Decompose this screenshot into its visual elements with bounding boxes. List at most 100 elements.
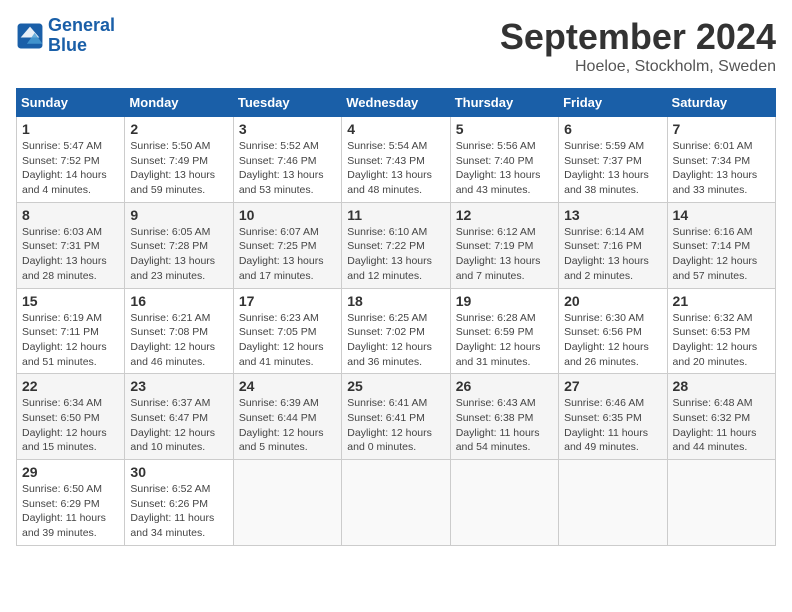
day-number: 21 <box>673 293 770 309</box>
location-title: Hoeloe, Stockholm, Sweden <box>500 58 776 76</box>
calendar-cell: 19 Sunrise: 6:28 AMSunset: 6:59 PMDayligh… <box>450 288 558 374</box>
calendar-cell: 7Sunrise: 6:01 AMSunset: 7:34 PMDaylight… <box>667 117 775 203</box>
day-number: 14 <box>673 207 770 223</box>
calendar-cell: 23Sunrise: 6:37 AMSunset: 6:47 PMDayligh… <box>125 374 233 460</box>
calendar-cell: 26 Sunrise: 6:43 AMSunset: 6:38 PMDayligh… <box>450 374 558 460</box>
day-info: Sunrise: 5:59 AMSunset: 7:37 PMDaylight:… <box>564 139 661 198</box>
day-info: Sunrise: 5:47 AMSunset: 7:52 PMDaylight:… <box>22 139 119 198</box>
day-number: 10 <box>239 207 336 223</box>
day-number: 12 <box>456 207 553 223</box>
logo-line2: Blue <box>48 35 87 55</box>
calendar-cell: 14Sunrise: 6:16 AMSunset: 7:14 PMDayligh… <box>667 202 775 288</box>
calendar-cell: 16 Sunrise: 6:21 AMSunset: 7:08 PMDayligh… <box>125 288 233 374</box>
calendar-cell: 8 Sunrise: 6:03 AMSunset: 7:31 PMDaylight… <box>17 202 125 288</box>
calendar-cell: 5 Sunrise: 5:56 AMSunset: 7:40 PMDaylight… <box>450 117 558 203</box>
calendar-cell: 30Sunrise: 6:52 AMSunset: 6:26 PMDayligh… <box>125 460 233 546</box>
day-info: Sunrise: 6:41 AMSunset: 6:41 PMDaylight:… <box>347 396 444 455</box>
calendar-cell: 6 Sunrise: 5:59 AMSunset: 7:37 PMDaylight… <box>559 117 667 203</box>
day-info: Sunrise: 6:34 AMSunset: 6:50 PMDaylight:… <box>22 396 119 455</box>
calendar-week-row: 8 Sunrise: 6:03 AMSunset: 7:31 PMDaylight… <box>17 202 776 288</box>
logo-line1: General <box>48 15 115 35</box>
day-info: Sunrise: 6:25 AMSunset: 7:02 PMDaylight:… <box>347 311 444 370</box>
day-info: Sunrise: 6:30 AMSunset: 6:56 PMDaylight:… <box>564 311 661 370</box>
day-info: Sunrise: 6:03 AMSunset: 7:31 PMDaylight:… <box>22 225 119 284</box>
day-number: 11 <box>347 207 444 223</box>
day-info: Sunrise: 6:07 AMSunset: 7:25 PMDaylight:… <box>239 225 336 284</box>
day-number: 28 <box>673 378 770 394</box>
day-number: 24 <box>239 378 336 394</box>
calendar-cell: 4 Sunrise: 5:54 AMSunset: 7:43 PMDaylight… <box>342 117 450 203</box>
weekday-header: Sunday <box>17 89 125 117</box>
day-number: 13 <box>564 207 661 223</box>
calendar-cell <box>342 460 450 546</box>
day-number: 26 <box>456 378 553 394</box>
calendar-cell: 1 Sunrise: 5:47 AMSunset: 7:52 PMDaylight… <box>17 117 125 203</box>
logo-icon <box>16 22 44 50</box>
day-number: 5 <box>456 121 553 137</box>
day-info: Sunrise: 6:43 AMSunset: 6:38 PMDaylight:… <box>456 396 553 455</box>
day-number: 19 <box>456 293 553 309</box>
logo-text: General Blue <box>48 16 115 56</box>
calendar-cell: 28 Sunrise: 6:48 AMSunset: 6:32 PMDayligh… <box>667 374 775 460</box>
day-info: Sunrise: 6:05 AMSunset: 7:28 PMDaylight:… <box>130 225 227 284</box>
day-number: 29 <box>22 464 119 480</box>
day-info: Sunrise: 6:23 AMSunset: 7:05 PMDaylight:… <box>239 311 336 370</box>
day-number: 1 <box>22 121 119 137</box>
day-info: Sunrise: 6:12 AMSunset: 7:19 PMDaylight:… <box>456 225 553 284</box>
day-number: 3 <box>239 121 336 137</box>
day-info: Sunrise: 6:10 AMSunset: 7:22 PMDaylight:… <box>347 225 444 284</box>
day-number: 16 <box>130 293 227 309</box>
weekday-header: Wednesday <box>342 89 450 117</box>
calendar-cell: 22 Sunrise: 6:34 AMSunset: 6:50 PMDayligh… <box>17 374 125 460</box>
calendar-week-row: 15Sunrise: 6:19 AMSunset: 7:11 PMDayligh… <box>17 288 776 374</box>
calendar-cell: 13 Sunrise: 6:14 AMSunset: 7:16 PMDayligh… <box>559 202 667 288</box>
day-info: Sunrise: 6:37 AMSunset: 6:47 PMDaylight:… <box>130 396 227 455</box>
day-info: Sunrise: 6:28 AMSunset: 6:59 PMDaylight:… <box>456 311 553 370</box>
calendar-cell <box>559 460 667 546</box>
day-number: 4 <box>347 121 444 137</box>
day-number: 22 <box>22 378 119 394</box>
calendar-cell: 20 Sunrise: 6:30 AMSunset: 6:56 PMDayligh… <box>559 288 667 374</box>
title-block: September 2024 Hoeloe, Stockholm, Sweden <box>500 16 776 76</box>
day-info: Sunrise: 6:14 AMSunset: 7:16 PMDaylight:… <box>564 225 661 284</box>
calendar-cell: 3 Sunrise: 5:52 AMSunset: 7:46 PMDaylight… <box>233 117 341 203</box>
day-info: Sunrise: 6:21 AMSunset: 7:08 PMDaylight:… <box>130 311 227 370</box>
day-info: Sunrise: 6:01 AMSunset: 7:34 PMDaylight:… <box>673 139 770 198</box>
day-number: 27 <box>564 378 661 394</box>
calendar-cell <box>233 460 341 546</box>
day-number: 25 <box>347 378 444 394</box>
calendar-week-row: 29 Sunrise: 6:50 AMSunset: 6:29 PMDayligh… <box>17 460 776 546</box>
day-number: 20 <box>564 293 661 309</box>
day-number: 6 <box>564 121 661 137</box>
calendar-cell: 27 Sunrise: 6:46 AMSunset: 6:35 PMDayligh… <box>559 374 667 460</box>
day-number: 17 <box>239 293 336 309</box>
calendar-cell: 12 Sunrise: 6:12 AMSunset: 7:19 PMDayligh… <box>450 202 558 288</box>
calendar-cell: 24Sunrise: 6:39 AMSunset: 6:44 PMDayligh… <box>233 374 341 460</box>
calendar-cell: 25 Sunrise: 6:41 AMSunset: 6:41 PMDayligh… <box>342 374 450 460</box>
day-number: 8 <box>22 207 119 223</box>
calendar-cell <box>450 460 558 546</box>
page-header: General Blue September 2024 Hoeloe, Stoc… <box>16 16 776 76</box>
day-number: 30 <box>130 464 227 480</box>
weekday-header: Monday <box>125 89 233 117</box>
day-info: Sunrise: 5:52 AMSunset: 7:46 PMDaylight:… <box>239 139 336 198</box>
weekday-header: Friday <box>559 89 667 117</box>
calendar-cell: 18 Sunrise: 6:25 AMSunset: 7:02 PMDayligh… <box>342 288 450 374</box>
day-info: Sunrise: 6:50 AMSunset: 6:29 PMDaylight:… <box>22 482 119 541</box>
weekday-header: Tuesday <box>233 89 341 117</box>
month-title: September 2024 <box>500 16 776 58</box>
logo: General Blue <box>16 16 115 56</box>
day-number: 18 <box>347 293 444 309</box>
calendar-week-row: 22 Sunrise: 6:34 AMSunset: 6:50 PMDayligh… <box>17 374 776 460</box>
weekday-header-row: SundayMondayTuesdayWednesdayThursdayFrid… <box>17 89 776 117</box>
weekday-header: Thursday <box>450 89 558 117</box>
day-info: Sunrise: 5:54 AMSunset: 7:43 PMDaylight:… <box>347 139 444 198</box>
day-info: Sunrise: 6:19 AMSunset: 7:11 PMDaylight:… <box>22 311 119 370</box>
day-info: Sunrise: 6:46 AMSunset: 6:35 PMDaylight:… <box>564 396 661 455</box>
day-number: 9 <box>130 207 227 223</box>
day-info: Sunrise: 6:48 AMSunset: 6:32 PMDaylight:… <box>673 396 770 455</box>
weekday-header: Saturday <box>667 89 775 117</box>
calendar-cell: 10 Sunrise: 6:07 AMSunset: 7:25 PMDayligh… <box>233 202 341 288</box>
calendar-cell: 21Sunrise: 6:32 AMSunset: 6:53 PMDayligh… <box>667 288 775 374</box>
day-info: Sunrise: 5:56 AMSunset: 7:40 PMDaylight:… <box>456 139 553 198</box>
